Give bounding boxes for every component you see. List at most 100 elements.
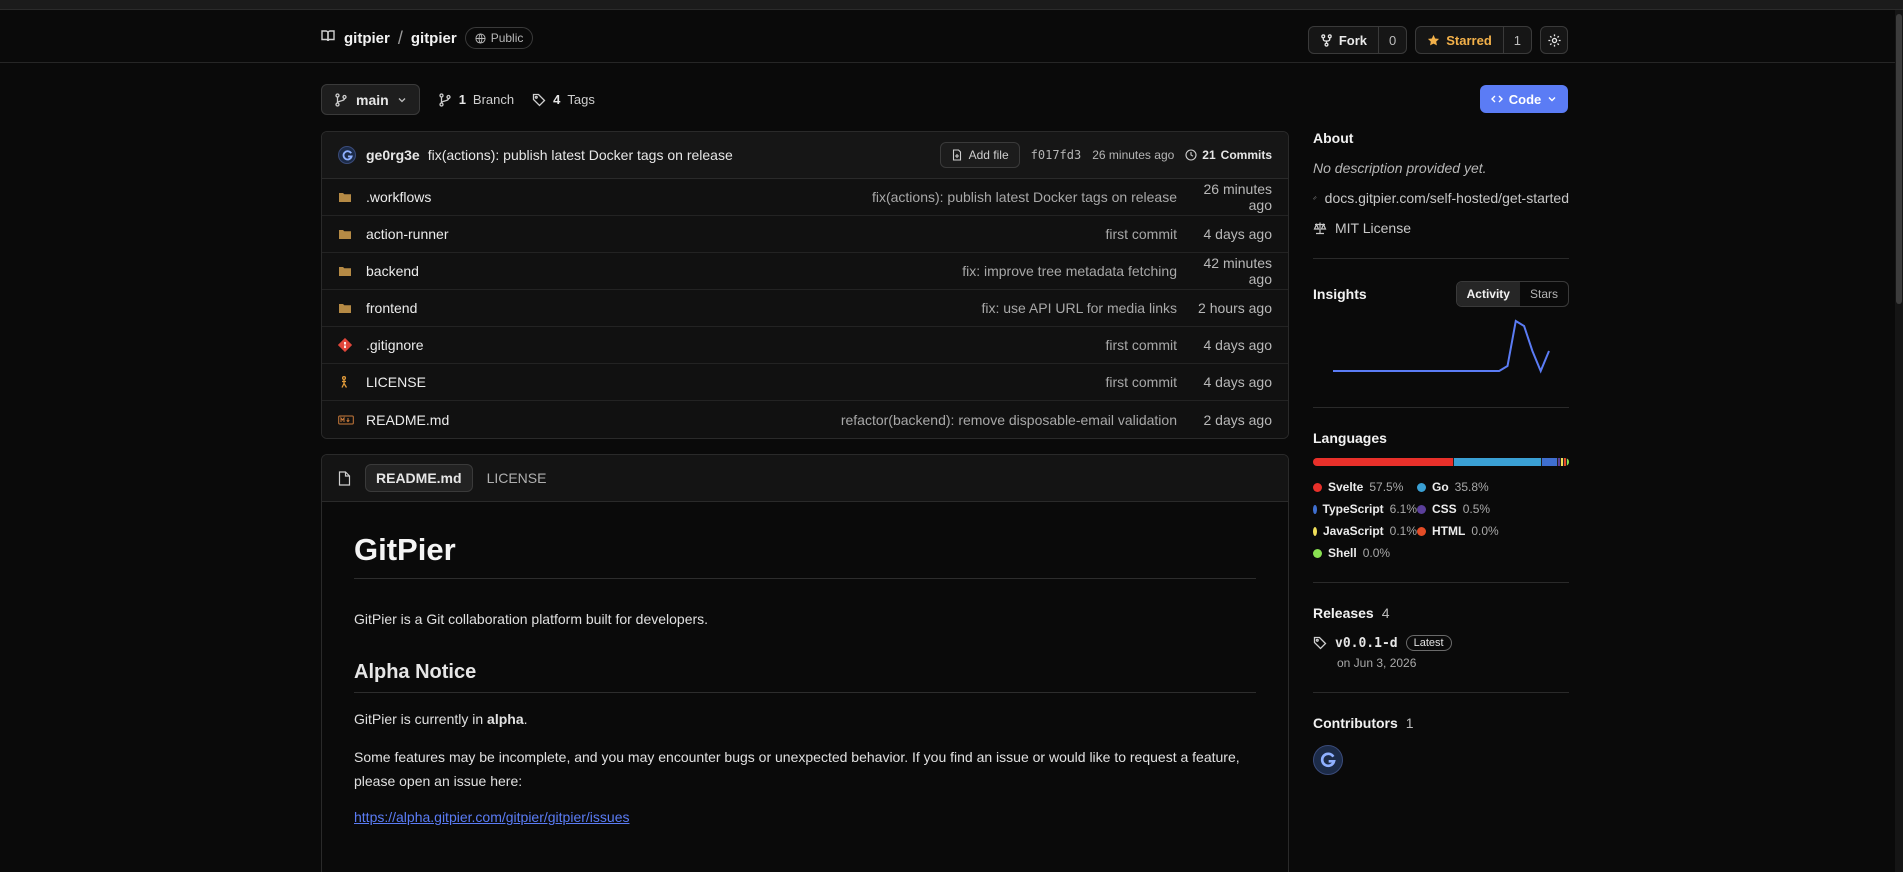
releases-heading[interactable]: Releases 4 (1313, 605, 1569, 621)
file-commit-message[interactable]: first commit (1105, 226, 1177, 242)
file-name[interactable]: frontend (366, 300, 417, 316)
toggle-stars[interactable]: Stars (1520, 282, 1568, 306)
about-license-link[interactable]: MIT License (1313, 220, 1569, 236)
add-file-button[interactable]: Add file (939, 142, 1020, 168)
insights-header: Insights Activity Stars (1313, 281, 1569, 307)
file-commit-message[interactable]: refactor(backend): remove disposable-ema… (841, 412, 1177, 428)
commit-meta: Add file f017fd3 26 minutes ago 21 Commi… (939, 142, 1272, 168)
language-dot (1417, 526, 1426, 536)
file-row[interactable]: .workflows fix(actions): publish latest … (322, 179, 1288, 216)
sidebar-divider (1313, 258, 1569, 259)
language-name: Shell (1328, 546, 1357, 560)
language-item-html[interactable]: HTML 0.0% (1417, 524, 1537, 538)
sidebar-divider (1313, 582, 1569, 583)
file-name[interactable]: .workflows (366, 189, 431, 205)
readme-alpha-status: GitPier is currently in alpha. (354, 707, 1256, 731)
branch-bar: main 1 Branch 4 Tags (321, 84, 595, 115)
fork-button-group: Fork 0 (1307, 26, 1408, 54)
file-commit-message[interactable]: first commit (1105, 374, 1177, 390)
file-row[interactable]: LICENSE first commit 4 days ago (322, 364, 1288, 401)
languages-list: Svelte 57.5% Go 35.8% TypeScript 6.1% CSS 0.5% J… (1313, 480, 1569, 560)
tag-icon (532, 93, 546, 106)
release-item[interactable]: v0.0.1-d Latest (1313, 635, 1569, 651)
file-commit-time: 2 days ago (1203, 411, 1273, 428)
settings-button[interactable] (1540, 26, 1568, 54)
language-item-typescript[interactable]: TypeScript 6.1% (1313, 502, 1417, 516)
language-segment-html (1564, 458, 1566, 466)
browser-top-strip (0, 0, 1903, 10)
tags-link[interactable]: 4 Tags (532, 92, 595, 107)
repo-actions: Fork 0 Starred 1 (1307, 26, 1568, 54)
commit-sha[interactable]: f017fd3 (1031, 148, 1082, 162)
language-item-shell[interactable]: Shell 0.0% (1313, 546, 1417, 560)
about-description: No description provided yet. (1313, 160, 1487, 176)
repo-name-link[interactable]: gitpier (411, 30, 457, 47)
language-dot (1417, 504, 1426, 514)
file-commit-time: 2 hours ago (1198, 300, 1272, 316)
file-commit-message[interactable]: first commit (1105, 337, 1177, 353)
file-row[interactable]: action-runner first commit 4 days ago (322, 216, 1288, 253)
fork-count[interactable]: 0 (1379, 27, 1406, 53)
tab-license[interactable]: LICENSE (487, 470, 547, 486)
fork-button[interactable]: Fork (1309, 27, 1379, 53)
repo-header: gitpier / gitpier Public Fork 0 Starred … (0, 10, 1903, 63)
file-name[interactable]: README.md (366, 412, 449, 428)
commit-author[interactable]: ge0rg3e (366, 147, 420, 163)
language-item-go[interactable]: Go 35.8% (1417, 480, 1537, 494)
star-button[interactable]: Starred (1416, 27, 1504, 53)
file-name[interactable]: .gitignore (366, 337, 424, 353)
language-name: Go (1432, 480, 1449, 494)
latest-commit-bar: ge0rg3e fix(actions): publish latest Doc… (322, 132, 1288, 179)
branches-link[interactable]: 1 Branch (438, 92, 514, 107)
file-name[interactable]: action-runner (366, 226, 449, 242)
releases-title: Releases (1313, 605, 1374, 621)
contributors-title: Contributors (1313, 715, 1398, 731)
tab-readme[interactable]: README.md (365, 464, 473, 492)
breadcrumb-separator: / (397, 27, 403, 48)
globe-icon (475, 32, 486, 44)
chevron-down-icon (398, 97, 406, 102)
add-file-label: Add file (968, 148, 1009, 162)
file-row[interactable]: README.md refactor(backend): remove disp… (322, 401, 1288, 438)
language-percent: 0.0% (1362, 546, 1391, 560)
file-commit-message[interactable]: fix: use API URL for media links (981, 300, 1177, 316)
language-percent: 57.5% (1369, 480, 1404, 494)
about-website-link[interactable]: docs.gitpier.com/self-hosted/get-started (1313, 190, 1569, 206)
code-button[interactable]: Code (1480, 85, 1568, 113)
commits-link[interactable]: 21 Commits (1185, 148, 1272, 162)
clock-icon (1185, 149, 1197, 161)
language-item-css[interactable]: CSS 0.5% (1417, 502, 1537, 516)
language-item-svelte[interactable]: Svelte 57.5% (1313, 480, 1417, 494)
language-segment-javascript (1561, 458, 1563, 466)
file-commit-message[interactable]: fix(actions): publish latest Docker tags… (872, 189, 1177, 205)
file-row[interactable]: .gitignore first commit 4 days ago (322, 327, 1288, 364)
link-icon (1313, 196, 1317, 200)
commit-message[interactable]: fix(actions): publish latest Docker tags… (428, 147, 733, 163)
branches-label: Branch (472, 92, 515, 107)
folder-icon (338, 302, 354, 314)
tags-count: 4 (553, 92, 561, 107)
toggle-activity[interactable]: Activity (1456, 282, 1520, 306)
activity-sparkline (1333, 319, 1550, 374)
language-percent: 35.8% (1454, 480, 1489, 494)
star-count[interactable]: 1 (1504, 27, 1531, 53)
page-scrollbar-thumb[interactable] (1896, 14, 1902, 304)
branch-selector[interactable]: main (321, 84, 420, 115)
tags-label: Tags (567, 92, 595, 107)
language-name: JavaScript (1322, 524, 1384, 538)
language-dot (1313, 548, 1322, 558)
file-name[interactable]: LICENSE (366, 374, 426, 390)
sidebar-divider (1313, 692, 1569, 693)
file-row[interactable]: backend fix: improve tree metadata fetch… (322, 253, 1288, 290)
file-name[interactable]: backend (366, 263, 419, 279)
readme-issues-link[interactable]: https://alpha.gitpier.com/gitpier/gitpie… (354, 809, 1256, 825)
repo-owner-link[interactable]: gitpier (344, 30, 390, 47)
file-row[interactable]: frontend fix: use API URL for media link… (322, 290, 1288, 327)
readme-intro: GitPier is a Git collaboration platform … (354, 611, 709, 627)
author-avatar[interactable] (338, 146, 356, 164)
contributor-avatar[interactable] (1313, 745, 1343, 775)
markdown-icon (338, 414, 354, 426)
about-license-text: MIT License (1335, 220, 1411, 236)
file-commit-message[interactable]: fix: improve tree metadata fetching (962, 263, 1177, 279)
language-item-javascript[interactable]: JavaScript 0.1% (1313, 524, 1417, 538)
